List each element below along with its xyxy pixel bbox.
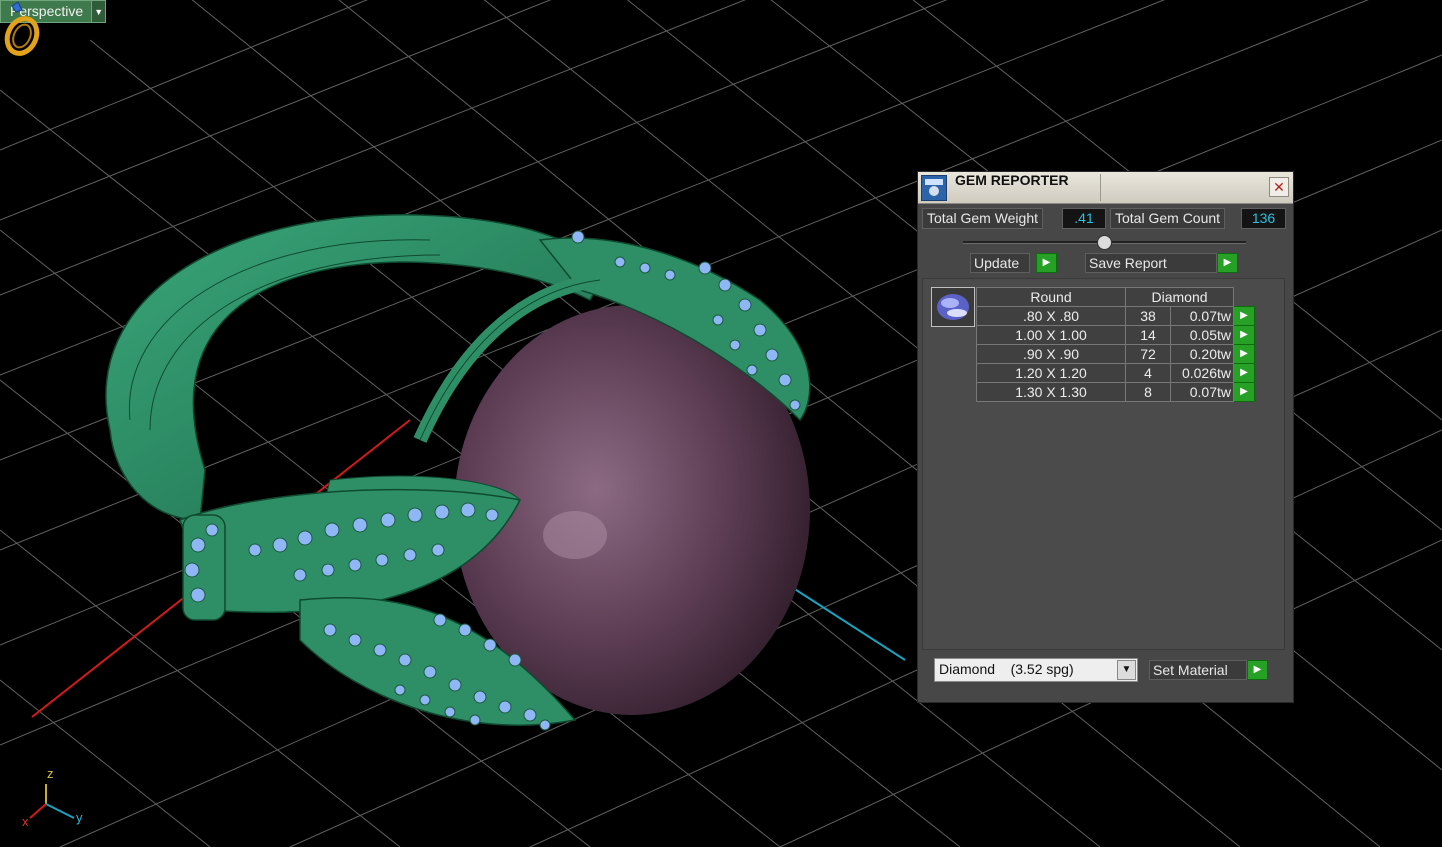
gem-thumbnail-icon[interactable] (931, 287, 975, 327)
gem-count-cell: 8 (1125, 382, 1171, 402)
gem-reporter-panel: GEM REPORTER ✕ Total Gem Weight .41 Tota… (917, 171, 1294, 703)
play-arrow-icon[interactable]: ▶ (1217, 253, 1238, 273)
play-arrow-icon[interactable]: ▶ (1233, 325, 1255, 345)
total-gem-count-field: Total Gem Count 136 (1110, 208, 1286, 229)
gem-list-area: Round Diamond .80 X .80 38 0.07tw ▶ 1.00… (922, 278, 1285, 650)
gem-weight-cell: 0.07tw (1170, 382, 1234, 402)
save-report-label: Save Report (1085, 253, 1217, 273)
total-gem-weight-label: Total Gem Weight (922, 208, 1044, 229)
gem-size-cell: 1.00 X 1.00 (976, 325, 1126, 345)
select-arrow-icon[interactable]: ▼ (1117, 660, 1136, 680)
set-material-button[interactable]: Set Material ▶ (1149, 660, 1279, 680)
save-report-button[interactable]: Save Report ▶ (1085, 253, 1251, 273)
play-arrow-icon[interactable]: ▶ (1036, 253, 1057, 273)
gem-count-cell: 38 (1125, 306, 1171, 326)
axis-x-label: x (22, 814, 29, 829)
panel-titlebar[interactable]: GEM REPORTER ✕ (918, 172, 1293, 204)
gem-count-cell: 72 (1125, 344, 1171, 364)
column-header-shape: Round (976, 287, 1126, 307)
update-label: Update (970, 253, 1030, 273)
update-button[interactable]: Update ▶ (970, 253, 1058, 273)
play-arrow-icon[interactable]: ▶ (1233, 306, 1255, 326)
table-row[interactable]: 1.20 X 1.20 4 0.026tw ▶ (976, 363, 1255, 383)
total-gem-weight-field: Total Gem Weight .41 (922, 208, 1107, 229)
gem-count-cell: 4 (1125, 363, 1171, 383)
gem-count-cell: 14 (1125, 325, 1171, 345)
gem-size-cell: 1.20 X 1.20 (976, 363, 1126, 383)
table-row[interactable]: .90 X .90 72 0.20tw ▶ (976, 344, 1255, 364)
gem-size-cell: .90 X .90 (976, 344, 1126, 364)
panel-slider-handle[interactable] (1097, 235, 1112, 250)
axis-y-label: y (76, 810, 83, 825)
total-gem-count-value: 136 (1241, 208, 1286, 229)
play-arrow-icon[interactable]: ▶ (1233, 382, 1255, 402)
gem-size-cell: 1.30 X 1.30 (976, 382, 1126, 402)
material-select-value: Diamond (3.52 spg) (939, 661, 1074, 677)
gem-size-cell: .80 X .80 (976, 306, 1126, 326)
play-arrow-icon[interactable]: ▶ (1247, 660, 1268, 680)
axis-z-label: z (47, 766, 54, 781)
set-material-label: Set Material (1149, 660, 1247, 680)
total-gem-count-label: Total Gem Count (1110, 208, 1226, 229)
gem-weight-cell: 0.20tw (1170, 344, 1234, 364)
gem-weight-cell: 0.07tw (1170, 306, 1234, 326)
gem-weight-cell: 0.05tw (1170, 325, 1234, 345)
total-gem-weight-value: .41 (1062, 208, 1106, 229)
dropdown-arrow-icon[interactable]: ▼ (91, 1, 106, 22)
table-row[interactable]: 1.00 X 1.00 14 0.05tw ▶ (976, 325, 1255, 345)
close-icon[interactable]: ✕ (1269, 177, 1289, 197)
material-select[interactable]: Diamond (3.52 spg) ▼ (934, 658, 1138, 682)
title-separator (1100, 174, 1101, 201)
ring-model (105, 214, 811, 731)
table-row[interactable]: 1.30 X 1.30 8 0.07tw ▶ (976, 382, 1255, 402)
gem-table: Round Diamond .80 X .80 38 0.07tw ▶ 1.00… (976, 287, 1255, 402)
table-header-row: Round Diamond (976, 287, 1255, 307)
gem-reporter-app-icon (921, 175, 947, 201)
ring-logo-icon[interactable] (0, 0, 44, 58)
play-arrow-icon[interactable]: ▶ (1233, 363, 1255, 383)
panel-title: GEM REPORTER (955, 172, 1069, 188)
gem-weight-cell: 0.026tw (1170, 363, 1234, 383)
table-row[interactable]: .80 X .80 38 0.07tw ▶ (976, 306, 1255, 326)
column-header-material: Diamond (1125, 287, 1234, 307)
axis-triad: z y x (16, 766, 96, 836)
play-arrow-icon[interactable]: ▶ (1233, 344, 1255, 364)
